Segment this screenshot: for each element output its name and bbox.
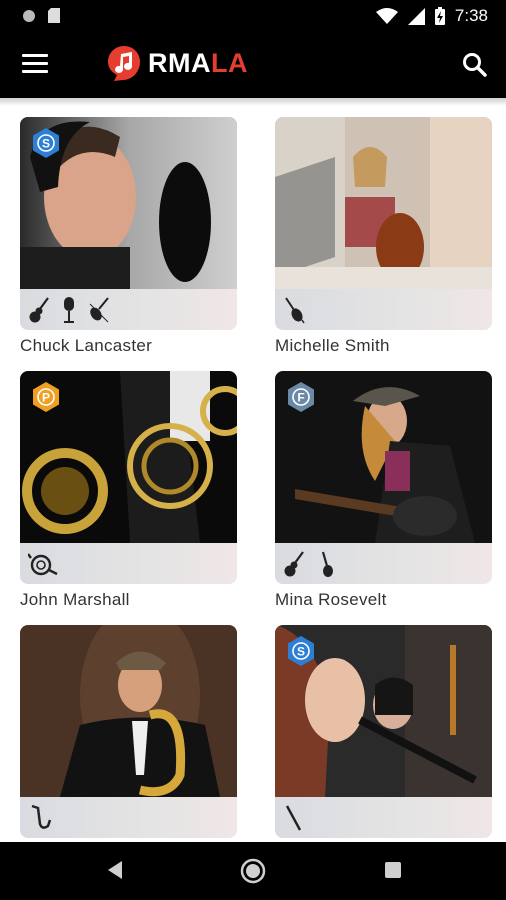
brand-la: LA [211,47,248,78]
violin-icon [89,296,109,322]
musician-card[interactable]: F Mina Rosevelt [275,371,492,631]
musician-card[interactable]: P John Marshall [20,371,237,631]
instrument-strip [275,289,492,330]
musician-photo: S [20,117,237,289]
musician-photo [20,625,237,797]
back-icon[interactable] [104,859,124,881]
musician-photo [275,117,492,289]
cellist-image [275,117,492,289]
musician-name: John Marshall [20,590,130,609]
notification-dot-icon [23,9,35,22]
status-badge: S [33,128,59,158]
musician-name: Mina Rosevelt [275,590,387,609]
status-badge: S [288,636,314,666]
status-time: 7:38 [454,6,488,25]
clarinet-icon [285,804,302,831]
instrument-strip [20,289,237,330]
musician-photo: S [275,625,492,797]
instrument-strip [20,543,237,584]
bass-guitar-icon [321,551,333,577]
svg-text:P: P [42,391,50,405]
system-nav-bar [0,842,506,900]
search-icon[interactable] [462,52,488,78]
musician-name: Chuck Lancaster [20,336,153,355]
app-logo: RMALA [106,44,248,82]
instrument-strip [275,543,492,584]
brand-rma: RMA [148,47,211,78]
cello-icon [285,296,305,323]
musician-card[interactable]: S Chuck Lancaster [20,117,237,377]
svg-text:F: F [297,391,304,405]
home-icon[interactable] [240,858,266,884]
menu-icon[interactable] [22,54,48,74]
saxophonist-image [20,625,237,797]
app-bar: RMALA [0,32,506,98]
guitar-icon [284,550,304,576]
saxophone-icon [31,804,52,829]
guitar-icon [29,296,49,322]
signal-icon [407,7,425,25]
sd-card-icon [48,8,60,23]
microphone-icon [64,296,74,323]
instrument-strip [20,797,237,838]
instrument-strip [275,797,492,838]
musician-name: Michelle Smith [275,336,390,355]
musician-card[interactable]: Michelle Smith [275,117,492,377]
svg-text:S: S [297,645,305,659]
music-note-logo-icon [108,46,140,81]
status-bar: 7:38 [0,0,506,32]
app-bar-shadow [0,98,506,106]
musician-photo: F [275,371,492,543]
svg-text:S: S [42,137,50,151]
status-badge: P [33,382,59,412]
wifi-icon [375,7,398,24]
status-badge: F [288,382,314,412]
musician-photo: P [20,371,237,543]
french-horn-icon [28,552,58,575]
recents-icon[interactable] [384,861,402,879]
battery-icon [434,7,445,25]
